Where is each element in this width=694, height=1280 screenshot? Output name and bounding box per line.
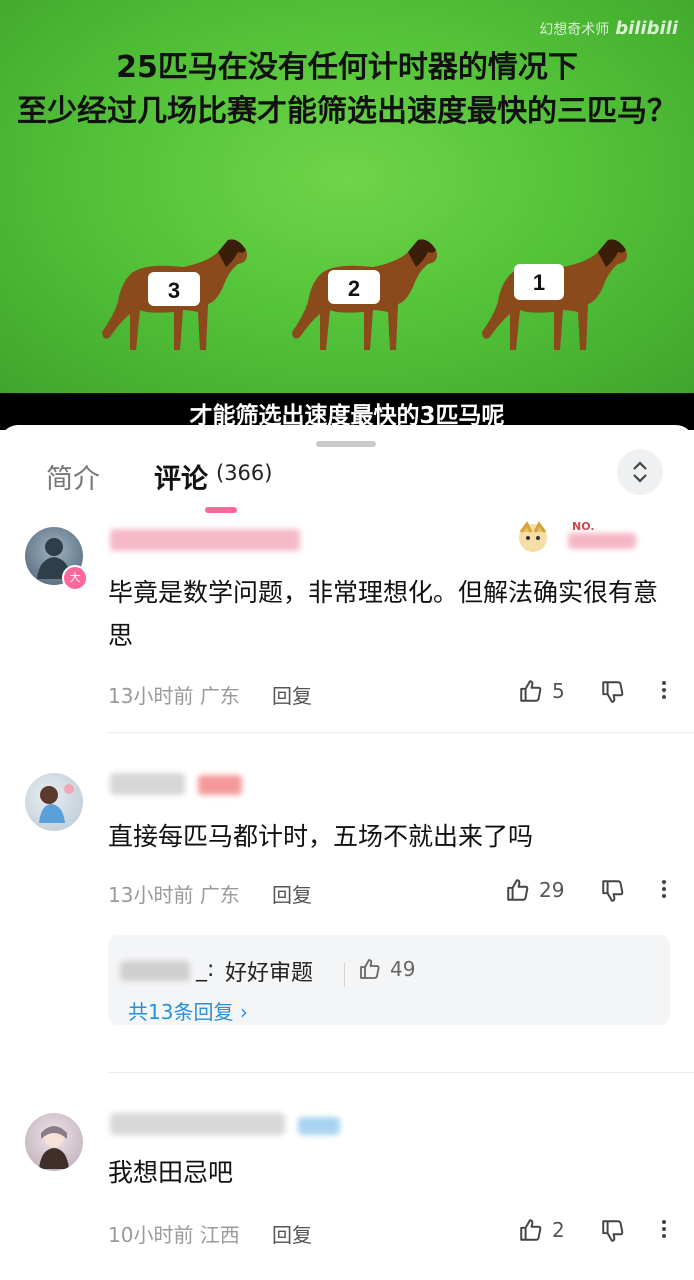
avatar-character-icon [39, 784, 74, 823]
sort-chevrons-icon [633, 461, 647, 483]
active-tab-indicator [205, 507, 237, 513]
watermark-text: 幻想奇术师 [539, 22, 610, 38]
reply-button[interactable]: 回复 [272, 879, 312, 908]
horse-2-image: 2 [292, 239, 437, 350]
comment-count: (366) [216, 461, 273, 485]
thumbs-down-icon[interactable] [600, 1218, 626, 1244]
thumbs-down-icon[interactable] [600, 679, 626, 705]
username-blurred[interactable] [110, 1113, 285, 1135]
watermark: 幻想奇术师 bilibili [539, 18, 678, 39]
vip-badge-icon: 大 [62, 565, 88, 591]
tab-intro[interactable]: 简介 [46, 457, 100, 496]
like-button[interactable]: 29 [505, 877, 564, 903]
user-badge-blurred [298, 1117, 340, 1135]
fan-badge-blurred [568, 533, 636, 549]
fan-badge-avatar-icon [519, 521, 547, 552]
comment-sheet: 简介 评论 (366) 大 NO. 毕竟是数学问题，非常理想化。但解法确实很有意… [0, 425, 694, 1280]
video-title-line2: 至少经过几场比赛才能筛选出速度最快的三匹马？ [17, 94, 677, 129]
fan-badge-label: NO. [572, 520, 595, 533]
view-all-replies-link[interactable]: 共13条回复 › [128, 996, 248, 1025]
reply-text: 好好审题 [225, 961, 314, 986]
sheet-drag-handle[interactable] [316, 441, 376, 447]
divider [108, 1072, 694, 1073]
video-player[interactable]: 25匹马在没有任何计时器的情况下 至少经过几场比赛才能筛选出速度最快的三匹马？ … [0, 0, 694, 430]
comment-time: 10小时前 [108, 1223, 194, 1247]
horse-1-image: 1 [482, 239, 627, 350]
like-count: 29 [539, 878, 565, 902]
user-badge-blurred [198, 775, 242, 795]
chevron-right-icon: › [239, 1000, 248, 1024]
horse-1-number: 1 [533, 270, 545, 295]
horse-3-image: 3 [102, 239, 247, 350]
video-title-line1: 25匹马在没有任何计时器的情况下 [116, 50, 578, 85]
more-options-icon[interactable] [662, 877, 668, 901]
like-button[interactable]: 5 [518, 678, 565, 704]
reply-separator [344, 963, 345, 987]
comment-text: 我想田忌吧 [108, 1158, 234, 1187]
thumbs-down-icon[interactable] [600, 878, 626, 904]
username-blurred[interactable] [110, 529, 300, 551]
comment-location: 江西 [199, 1223, 240, 1247]
avatar-character-icon [39, 1126, 69, 1169]
comment-time: 13小时前 [108, 883, 194, 907]
divider [108, 732, 694, 733]
watermark-brand: bilibili [615, 18, 678, 39]
reply-username-suffix: _: [196, 957, 215, 982]
thumbs-up-icon [360, 959, 380, 979]
sort-button[interactable] [617, 449, 663, 495]
horse-2-number: 2 [348, 276, 360, 301]
reply-button[interactable]: 回复 [272, 680, 312, 709]
reply-button[interactable]: 回复 [272, 1219, 312, 1248]
avatar[interactable] [25, 1113, 83, 1171]
thumbs-up-icon [507, 879, 529, 901]
comment-meta: 13小时前 广东 [108, 680, 240, 709]
comment-time: 13小时前 [108, 684, 194, 708]
tab-comments[interactable]: 评论 [154, 457, 208, 496]
username-blurred[interactable] [110, 773, 185, 795]
view-all-replies-label: 共13条回复 [128, 1000, 234, 1024]
like-count: 2 [552, 1218, 565, 1242]
thumbs-up-icon [520, 680, 542, 702]
comment-meta: 10小时前 江西 [108, 1219, 240, 1248]
comment-meta: 13小时前 广东 [108, 879, 240, 908]
comment-text: 毕竟是数学问题，非常理想化。但解法确实很有意思 [108, 578, 659, 650]
comment-location: 广东 [199, 883, 240, 907]
like-button[interactable]: 2 [518, 1217, 565, 1243]
more-options-icon[interactable] [662, 1217, 668, 1241]
like-count: 5 [552, 679, 565, 703]
avatar[interactable] [25, 773, 83, 831]
thumbs-up-icon [520, 1219, 542, 1241]
reply-like-button[interactable]: 49 [358, 957, 415, 981]
comment-location: 广东 [199, 684, 240, 708]
reply-like-count: 49 [390, 957, 416, 981]
reply-username-blurred[interactable] [120, 961, 190, 981]
more-options-icon[interactable] [662, 678, 668, 702]
horse-3-number: 3 [168, 278, 180, 303]
comment-text: 直接每匹马都计时，五场不就出来了吗 [108, 822, 534, 851]
reply-preview-box[interactable]: _: 好好审题 49 共13条回复 › [108, 935, 670, 1025]
